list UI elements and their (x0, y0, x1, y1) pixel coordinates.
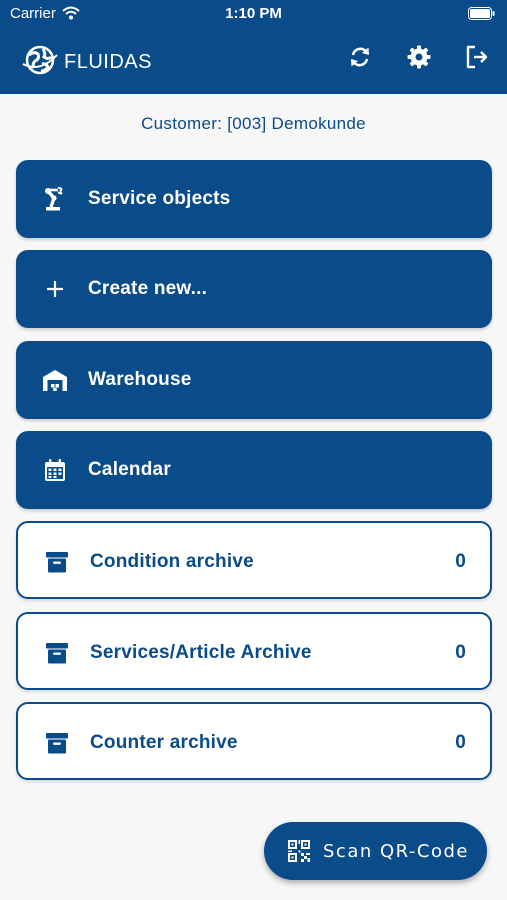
status-bar: Carrier 1:10 PM (0, 0, 507, 28)
archive-box-icon (44, 731, 70, 755)
robot-arm-icon (42, 186, 68, 211)
battery-icon (468, 7, 495, 24)
scan-qr-code-button[interactable]: Scan QR-Code (264, 822, 487, 880)
archive-count: 0 (455, 732, 466, 753)
menu-label: Calendar (88, 459, 171, 480)
app-bar: FLUIDAS (0, 28, 507, 94)
archive-box-icon (44, 550, 70, 574)
archive-box-icon (44, 641, 70, 665)
menu-create-new[interactable]: Create new... (16, 250, 492, 328)
gear-icon (406, 44, 432, 75)
app-header: Carrier 1:10 PM FLUIDAS (0, 0, 507, 94)
menu-label: Services/Article Archive (90, 642, 312, 663)
plus-icon (42, 277, 68, 301)
qr-code-icon (287, 839, 311, 868)
menu-label: Service objects (88, 188, 231, 209)
settings-button[interactable] (404, 44, 434, 74)
menu-condition-archive[interactable]: Condition archive 0 (16, 521, 492, 599)
menu-label: Counter archive (90, 732, 238, 753)
app-logo: FLUIDAS (20, 40, 152, 85)
sync-icon (348, 45, 372, 74)
globe-logo-icon (20, 40, 60, 85)
archive-count: 0 (455, 551, 466, 572)
scan-qr-code-label: Scan QR-Code (323, 841, 470, 862)
sync-button[interactable] (345, 44, 375, 74)
menu-label: Condition archive (90, 551, 254, 572)
menu-counter-archive[interactable]: Counter archive 0 (16, 702, 492, 780)
menu-warehouse[interactable]: Warehouse (16, 341, 492, 419)
status-time: 1:10 PM (225, 5, 282, 22)
app-name: FLUIDAS (64, 51, 152, 73)
archive-count: 0 (455, 642, 466, 663)
menu-calendar[interactable]: Calendar (16, 431, 492, 509)
logout-icon (464, 44, 490, 75)
customer-label: Customer: [003] Demokunde (141, 114, 366, 133)
calendar-icon (42, 458, 68, 482)
menu-service-objects[interactable]: Service objects (16, 160, 492, 238)
menu-services-article-archive[interactable]: Services/Article Archive 0 (16, 612, 492, 690)
warehouse-icon (42, 368, 68, 392)
menu-label: Warehouse (88, 369, 192, 390)
menu-label: Create new... (88, 278, 208, 299)
logout-button[interactable] (462, 44, 492, 74)
